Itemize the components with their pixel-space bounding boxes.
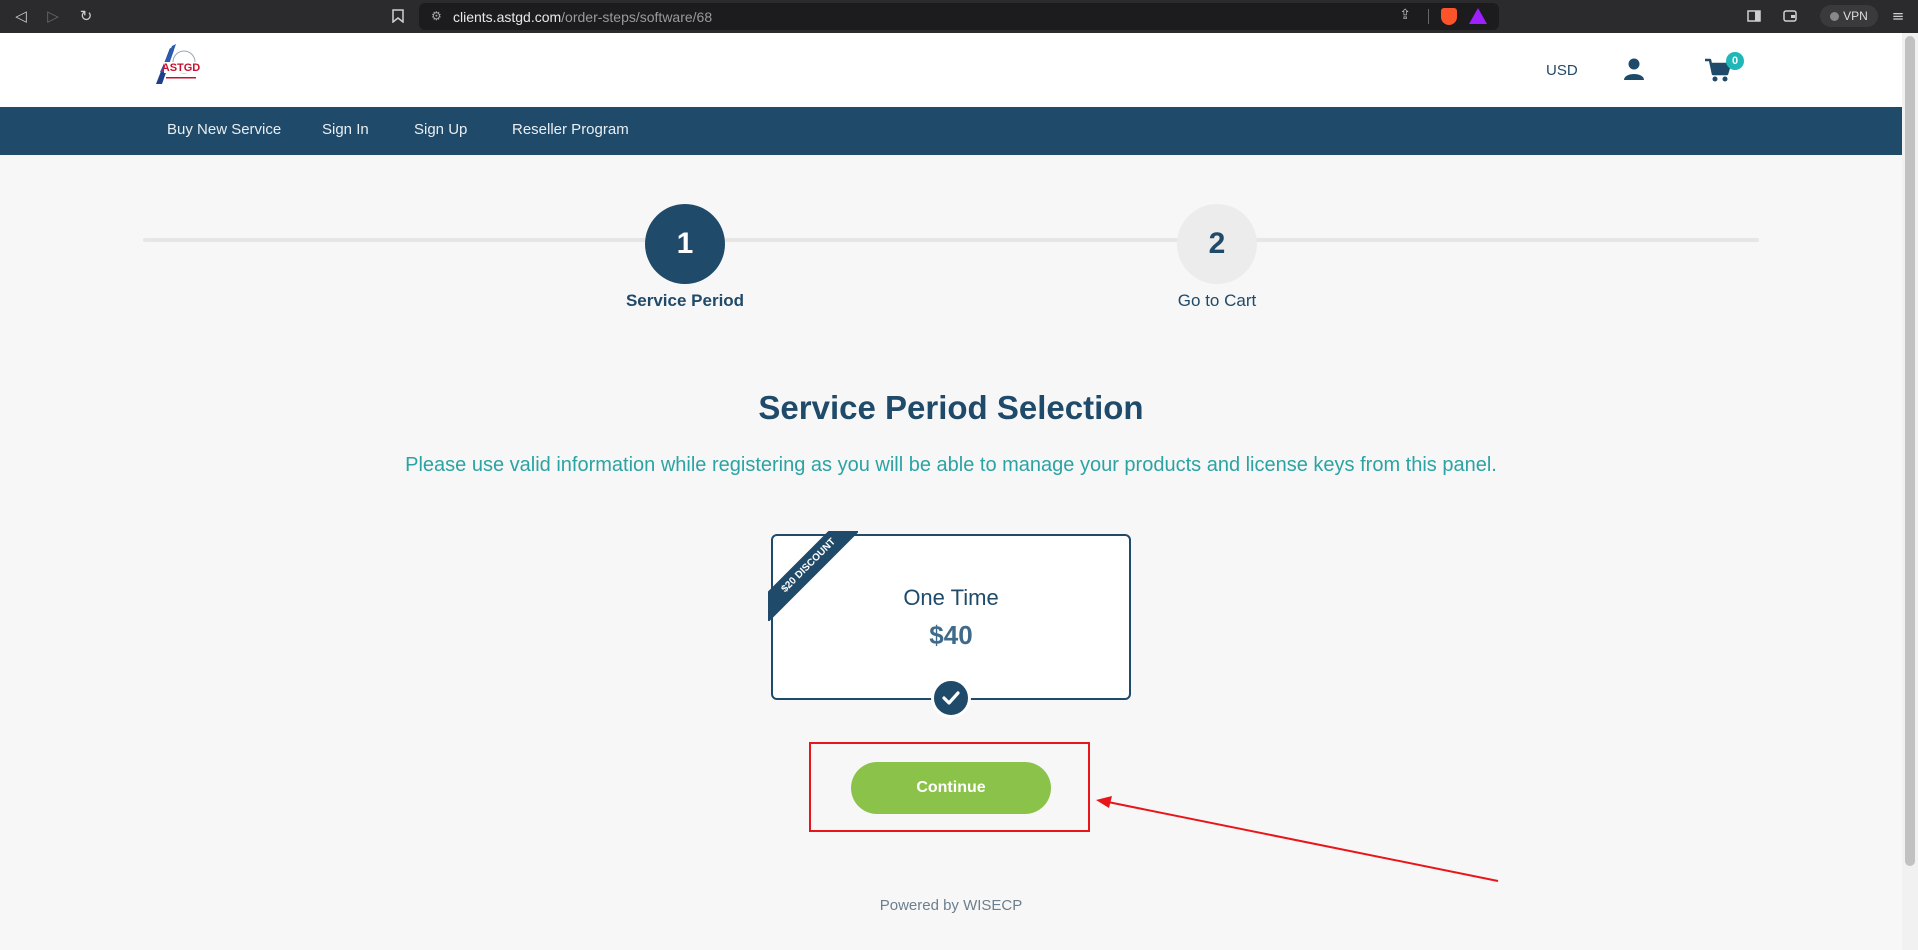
vpn-status-icon [1830, 11, 1840, 21]
reload-icon[interactable]: ↻ [74, 4, 98, 28]
svg-text:ASTGD: ASTGD [162, 62, 201, 74]
page-subtitle: Please use valid information while regis… [405, 454, 1497, 476]
url-divider [1428, 9, 1429, 24]
menu-icon[interactable]: ≡ [1886, 4, 1910, 28]
vpn-button[interactable]: VPN [1820, 5, 1878, 27]
footer-powered-by[interactable]: Powered by WISECP [880, 897, 1023, 914]
sidebar-toggle-icon[interactable] [1742, 4, 1766, 28]
discount-ribbon-label: $20 DISCOUNT [768, 531, 858, 621]
bookmark-icon[interactable] [386, 4, 410, 28]
annotation-highlight-box [809, 742, 1090, 832]
user-icon[interactable] [1622, 57, 1646, 81]
astgd-logo[interactable]: ASTGD [150, 42, 202, 86]
address-bar[interactable]: ⚙ clients.astgd.com/order-steps/software… [419, 3, 1499, 30]
period-name: One Time [903, 585, 999, 610]
selected-check-icon [931, 678, 971, 718]
share-icon[interactable]: ⇪ [1399, 7, 1411, 23]
site-header: ASTGD USD 0 [0, 33, 1902, 107]
steps-progress-line [143, 238, 1759, 242]
step-1-label: Service Period [625, 291, 745, 310]
nav-sign-up[interactable]: Sign Up [414, 121, 467, 138]
page-title: Service Period Selection [758, 389, 1144, 426]
discount-ribbon: $20 DISCOUNT [768, 531, 858, 621]
main-nav: Buy New Service Sign In Sign Up Reseller… [0, 107, 1902, 155]
nav-sign-in[interactable]: Sign In [322, 121, 369, 138]
back-icon[interactable]: ◁ [9, 4, 33, 28]
browser-toolbar: ◁ ▷ ↻ ⚙ clients.astgd.com/order-steps/so… [0, 0, 1918, 33]
forward-icon[interactable]: ▷ [41, 4, 65, 28]
wallet-icon[interactable] [1778, 4, 1802, 28]
brave-rewards-icon[interactable] [1469, 8, 1487, 24]
cart-count-badge: 0 [1726, 52, 1744, 70]
brave-shields-icon[interactable] [1441, 8, 1457, 25]
url-text: clients.astgd.com/order-steps/software/6… [453, 9, 713, 25]
step-2-circle: 2 [1177, 204, 1257, 284]
nav-buy-new-service[interactable]: Buy New Service [167, 121, 281, 138]
scrollbar-thumb[interactable] [1905, 36, 1915, 866]
currency-selector[interactable]: USD [1546, 62, 1578, 79]
vpn-label: VPN [1843, 9, 1868, 23]
step-1-circle: 1 [645, 204, 725, 284]
nav-reseller-program[interactable]: Reseller Program [512, 121, 629, 138]
site-info-icon[interactable]: ⚙ [431, 9, 445, 23]
period-price: $40 [929, 620, 973, 650]
step-2-label: Go to Cart [1177, 291, 1257, 310]
